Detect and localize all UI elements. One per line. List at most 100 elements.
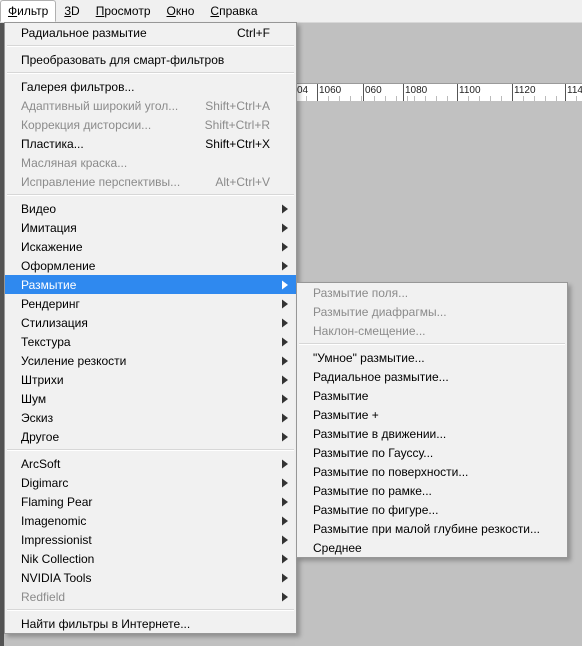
submenu-item-label: Размытие по рамке... bbox=[313, 484, 432, 498]
submenu-item[interactable]: Размытие при малой глубине резкости... bbox=[297, 519, 567, 538]
ruler-tick bbox=[317, 84, 318, 102]
submenu-item-label: Размытие по фигуре... bbox=[313, 503, 438, 517]
menu-item[interactable]: Другое bbox=[5, 427, 296, 446]
menubar: Фильтр 3D Просмотр Окно Справка bbox=[0, 0, 582, 23]
menu-item-label: Видео bbox=[21, 202, 56, 216]
submenu-arrow-icon bbox=[282, 413, 288, 422]
submenu-item[interactable]: Размытие bbox=[297, 386, 567, 405]
menu-item-label: Другое bbox=[21, 430, 59, 444]
menu-item-label: Галерея фильтров... bbox=[21, 80, 134, 94]
submenu-item[interactable]: Размытие по Гауссу... bbox=[297, 443, 567, 462]
submenu-item-label: Размытие в движении... bbox=[313, 427, 446, 441]
menu-item[interactable]: Digimarc bbox=[5, 473, 296, 492]
menubar-item-label: Окно bbox=[167, 4, 195, 18]
submenu-item-label: Размытие диафрагмы... bbox=[313, 305, 447, 319]
menu-item[interactable]: Шум bbox=[5, 389, 296, 408]
menubar-item-label: Фильтр bbox=[8, 4, 48, 18]
menubar-item-просмотр[interactable]: Просмотр bbox=[88, 0, 159, 22]
submenu-arrow-icon bbox=[282, 261, 288, 270]
horizontal-ruler: 0410600601080110011201140116 bbox=[295, 83, 582, 103]
submenu-item-label: Размытие по Гауссу... bbox=[313, 446, 433, 460]
submenu-item: Размытие диафрагмы... bbox=[297, 302, 567, 321]
ruler-label: 1120 bbox=[514, 85, 536, 96]
submenu-arrow-icon bbox=[282, 478, 288, 487]
submenu-item-label: Среднее bbox=[313, 541, 362, 555]
menu-item[interactable]: Рендеринг bbox=[5, 294, 296, 313]
menu-item-shortcut: Ctrl+F bbox=[237, 26, 270, 40]
submenu-item-label: "Умное" размытие... bbox=[313, 351, 425, 365]
menu-item-label: Redfield bbox=[21, 590, 65, 604]
menu-item[interactable]: Эскиз bbox=[5, 408, 296, 427]
submenu-arrow-icon bbox=[282, 375, 288, 384]
menu-item-shortcut: Shift+Ctrl+R bbox=[205, 118, 270, 132]
menubar-item-3d[interactable]: 3D bbox=[56, 0, 87, 22]
menu-item-label: Impressionist bbox=[21, 533, 92, 547]
menu-separator bbox=[7, 609, 294, 611]
menu-item[interactable]: Галерея фильтров... bbox=[5, 77, 296, 96]
submenu-item[interactable]: Среднее bbox=[297, 538, 567, 557]
submenu-item[interactable]: Размытие + bbox=[297, 405, 567, 424]
menu-item-label: Digimarc bbox=[21, 476, 68, 490]
menubar-item-фильтр[interactable]: Фильтр bbox=[0, 0, 56, 22]
menu-item[interactable]: Imagenomic bbox=[5, 511, 296, 530]
menu-item-shortcut: Shift+Ctrl+X bbox=[205, 137, 270, 151]
menu-item-label: Радиальное размытие bbox=[21, 26, 147, 40]
ruler-label: 1100 bbox=[459, 85, 481, 96]
submenu-item-label: Наклон-смещение... bbox=[313, 324, 426, 338]
menu-item[interactable]: Имитация bbox=[5, 218, 296, 237]
menu-item[interactable]: Пластика...Shift+Ctrl+X bbox=[5, 134, 296, 153]
menu-item-label: Текстура bbox=[21, 335, 71, 349]
menu-item[interactable]: Размытие bbox=[5, 275, 296, 294]
submenu-arrow-icon bbox=[282, 394, 288, 403]
menu-separator bbox=[7, 194, 294, 196]
submenu-item[interactable]: Размытие по рамке... bbox=[297, 481, 567, 500]
menubar-item-окно[interactable]: Окно bbox=[159, 0, 203, 22]
submenu-arrow-icon bbox=[282, 318, 288, 327]
menu-item-label: Рендеринг bbox=[21, 297, 80, 311]
menu-item[interactable]: Штрихи bbox=[5, 370, 296, 389]
menu-item: Исправление перспективы...Alt+Ctrl+V bbox=[5, 172, 296, 191]
ruler-label: 1060 bbox=[319, 85, 341, 96]
menu-item[interactable]: NVIDIA Tools bbox=[5, 568, 296, 587]
menubar-item-справка[interactable]: Справка bbox=[202, 0, 265, 22]
menu-item[interactable]: Текстура bbox=[5, 332, 296, 351]
menu-item-label: Найти фильтры в Интернете... bbox=[21, 617, 190, 631]
menu-item-label: Имитация bbox=[21, 221, 77, 235]
menubar-item-label: Справка bbox=[210, 4, 257, 18]
menu-item[interactable]: Impressionist bbox=[5, 530, 296, 549]
menu-item[interactable]: Найти фильтры в Интернете... bbox=[5, 614, 296, 633]
menu-item-label: Штрихи bbox=[21, 373, 64, 387]
ruler-label: 060 bbox=[365, 85, 382, 96]
menu-item-shortcut: Alt+Ctrl+V bbox=[215, 175, 270, 189]
menubar-item-label: 3D bbox=[64, 4, 79, 18]
menu-item[interactable]: Видео bbox=[5, 199, 296, 218]
submenu-item[interactable]: Размытие по поверхности... bbox=[297, 462, 567, 481]
filter-menu-dropdown: Радиальное размытие Ctrl+F Преобразовать д… bbox=[4, 22, 297, 634]
menu-item-label: Размытие bbox=[21, 278, 76, 292]
submenu-arrow-icon bbox=[282, 299, 288, 308]
menu-item[interactable]: Усиление резкости bbox=[5, 351, 296, 370]
menu-item[interactable]: Flaming Pear bbox=[5, 492, 296, 511]
submenu-item-label: Радиальное размытие... bbox=[313, 370, 449, 384]
submenu-arrow-icon bbox=[282, 573, 288, 582]
menu-item[interactable]: Стилизация bbox=[5, 313, 296, 332]
submenu-arrow-icon bbox=[282, 516, 288, 525]
submenu-item[interactable]: Размытие по фигуре... bbox=[297, 500, 567, 519]
menu-item[interactable]: Nik Collection bbox=[5, 549, 296, 568]
menu-item[interactable]: ArcSoft bbox=[5, 454, 296, 473]
menu-separator bbox=[7, 45, 294, 47]
submenu-arrow-icon bbox=[282, 204, 288, 213]
menu-item[interactable]: Преобразовать для смарт-фильтров bbox=[5, 50, 296, 69]
menu-item[interactable]: Радиальное размытие Ctrl+F bbox=[5, 23, 296, 42]
menu-item[interactable]: Искажение bbox=[5, 237, 296, 256]
submenu-item-label: Размытие поля... bbox=[313, 286, 408, 300]
submenu-item[interactable]: "Умное" размытие... bbox=[297, 348, 567, 367]
submenu-item-label: Размытие bbox=[313, 389, 368, 403]
submenu-item[interactable]: Радиальное размытие... bbox=[297, 367, 567, 386]
menu-item-label: Масляная краска... bbox=[21, 156, 127, 170]
ruler-tick bbox=[363, 84, 364, 102]
menu-item[interactable]: Оформление bbox=[5, 256, 296, 275]
submenu-item[interactable]: Размытие в движении... bbox=[297, 424, 567, 443]
submenu-arrow-icon bbox=[282, 337, 288, 346]
submenu-arrow-icon bbox=[282, 356, 288, 365]
